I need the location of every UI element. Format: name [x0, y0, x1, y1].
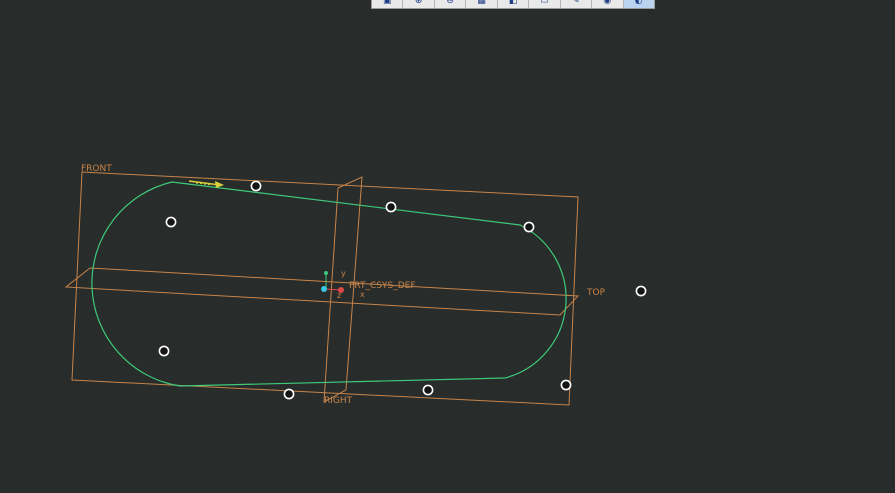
- csys-x-label: x: [360, 290, 365, 299]
- drag-handle[interactable]: [250, 180, 262, 192]
- drag-handle[interactable]: [158, 345, 170, 357]
- model-canvas: y z x PRT_CSYS_DEF FRONT TOP RIGHT: [64, 164, 647, 406]
- spin-center-button[interactable]: ◉: [592, 0, 624, 8]
- drag-handle[interactable]: [165, 216, 177, 228]
- csys-y-label: y: [341, 269, 346, 278]
- annotation-display-button[interactable]: ✎: [561, 0, 593, 8]
- drag-handle[interactable]: [560, 379, 572, 391]
- view-toolbar: ▣ ⊕ ⊖ ▦ ◧ ▭ ✎ ◉ ◐: [371, 0, 655, 9]
- display-style-button[interactable]: ◧: [498, 0, 530, 8]
- csys-name-label: PRT_CSYS_DEF: [349, 281, 416, 291]
- view-manager-icon: ◐: [634, 0, 643, 6]
- drag-handle[interactable]: [385, 201, 397, 213]
- csys-origin: [321, 286, 327, 292]
- datum-display-button[interactable]: ▭: [529, 0, 561, 8]
- zoom-fit-icon: ▣: [382, 0, 392, 6]
- display-style-icon: ◧: [508, 0, 518, 6]
- datum-label-right[interactable]: RIGHT: [324, 396, 353, 406]
- saved-views-button[interactable]: ▦: [466, 0, 498, 8]
- spin-center-icon: ◉: [603, 0, 612, 6]
- zoom-in-icon: ⊕: [414, 0, 423, 6]
- zoom-fit-button[interactable]: ▣: [372, 0, 404, 8]
- drag-handle[interactable]: [635, 285, 647, 297]
- view-manager-button[interactable]: ◐: [623, 0, 654, 8]
- drag-handle[interactable]: [523, 221, 535, 233]
- zoom-in-button[interactable]: ⊕: [403, 0, 435, 8]
- coordinate-system-triad[interactable]: y z x PRT_CSYS_DEF: [321, 269, 416, 300]
- csys-z-label: z: [337, 291, 341, 300]
- zoom-out-button[interactable]: ⊖: [435, 0, 467, 8]
- datum-plane-top[interactable]: [64, 267, 580, 316]
- drag-handle[interactable]: [283, 388, 295, 400]
- saved-views-icon: ▦: [477, 0, 486, 6]
- zoom-out-icon: ⊖: [446, 0, 454, 6]
- datum-label-top[interactable]: TOP: [586, 288, 606, 298]
- drag-handle[interactable]: [422, 384, 434, 396]
- annotation-display-icon: ✎: [572, 0, 580, 6]
- datum-display-icon: ▭: [540, 0, 549, 6]
- graphics-viewport[interactable]: y z x PRT_CSYS_DEF FRONT TOP RIGHT ▣ ⊕ ⊖…: [0, 0, 895, 493]
- datum-label-front[interactable]: FRONT: [81, 164, 112, 174]
